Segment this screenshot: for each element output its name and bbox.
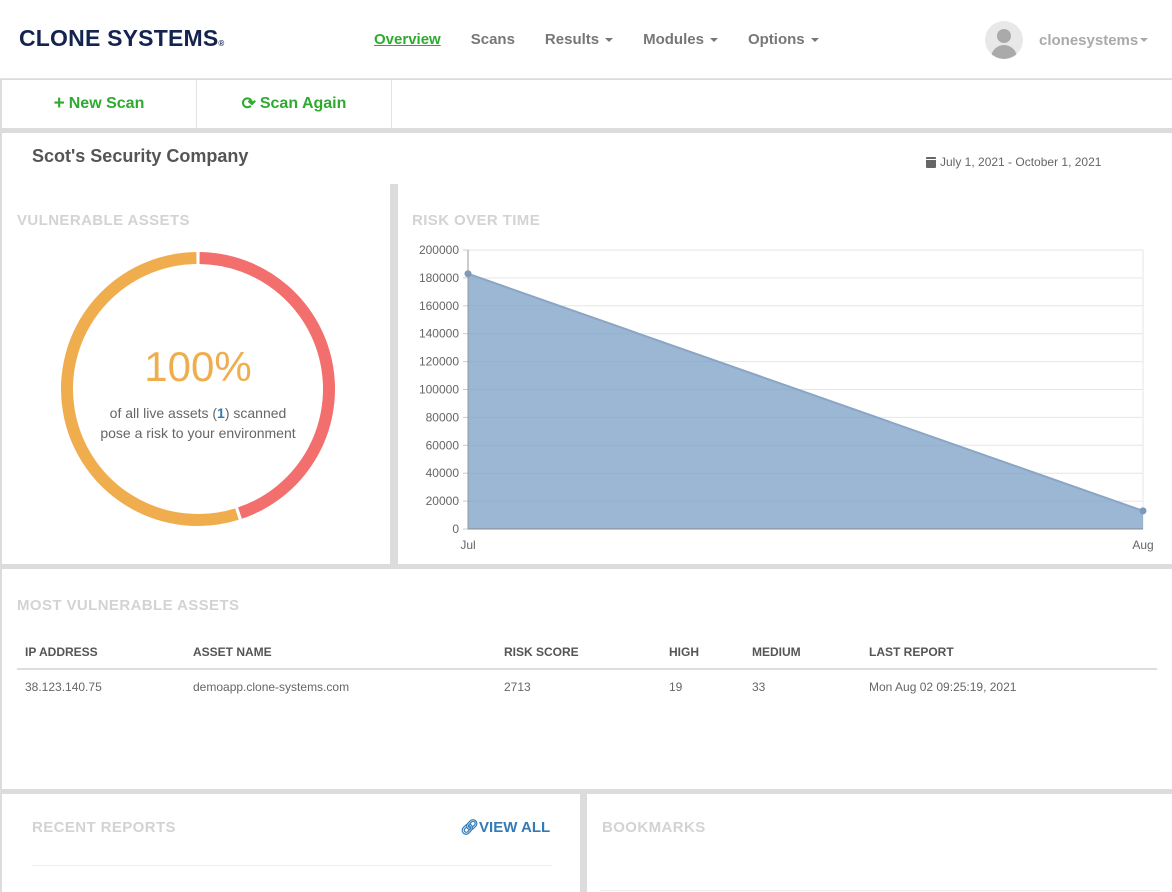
risk-over-time-title: RISK OVER TIME bbox=[412, 212, 541, 229]
plus-icon: + bbox=[53, 93, 65, 114]
recent-reports-divider bbox=[32, 865, 552, 866]
nav-modules-label: Modules bbox=[643, 31, 704, 48]
col-medium[interactable]: MEDIUM bbox=[744, 636, 861, 670]
bookmarks-panel bbox=[587, 794, 1172, 892]
link-icon: 🔗︎ bbox=[460, 819, 480, 836]
col-ip-address[interactable]: IP ADDRESS bbox=[17, 636, 185, 670]
col-asset-name[interactable]: ASSET NAME bbox=[185, 636, 496, 670]
vulnerable-percent: 100% bbox=[144, 343, 252, 390]
cell-asset-name: demoapp.clone-systems.com bbox=[193, 679, 350, 694]
bookmarks-title: BOOKMARKS bbox=[602, 819, 706, 836]
vulnerable-assets-title: VULNERABLE ASSETS bbox=[17, 212, 190, 229]
y-tick-label: 180000 bbox=[419, 271, 459, 285]
recent-reports-panel bbox=[2, 794, 580, 892]
table-header-row: IP ADDRESS ASSET NAME RISK SCORE HIGH ME… bbox=[17, 636, 1157, 670]
chevron-down-icon bbox=[810, 38, 819, 43]
y-tick-label: 60000 bbox=[426, 438, 460, 452]
chevron-down-icon bbox=[605, 38, 614, 43]
vulnerable-assets-donut: 100% of all live assets (1) scanned pose… bbox=[60, 251, 336, 527]
risk-area bbox=[468, 273, 1143, 529]
data-point[interactable] bbox=[1139, 507, 1147, 515]
scan-again-button[interactable]: ⟳ Scan Again bbox=[197, 80, 392, 128]
col-high[interactable]: HIGH bbox=[661, 636, 744, 670]
company-name: Scot's Security Company bbox=[32, 146, 249, 166]
y-tick-label: 40000 bbox=[426, 466, 460, 480]
y-tick-label: 100000 bbox=[419, 383, 459, 397]
new-scan-button[interactable]: + New Scan bbox=[2, 80, 197, 128]
y-tick-label: 160000 bbox=[419, 299, 459, 313]
col-last-report[interactable]: LAST REPORT bbox=[861, 636, 1157, 670]
nav-options-label: Options bbox=[747, 31, 805, 48]
table-row[interactable]: 38.123.140.75 demoapp.clone-systems.com … bbox=[17, 669, 1157, 703]
desc-before: of all live assets ( bbox=[109, 405, 218, 421]
bookmarks-divider bbox=[600, 890, 1160, 891]
most-vulnerable-table: IP ADDRESS ASSET NAME RISK SCORE HIGH ME… bbox=[17, 636, 1157, 703]
top-navbar: CLONE SYSTEMS® Overview Scans Results Mo… bbox=[0, 0, 1172, 79]
chevron-down-icon bbox=[1140, 38, 1149, 42]
brand-logo[interactable]: CLONE SYSTEMS® bbox=[19, 25, 225, 52]
recent-reports-title: RECENT REPORTS bbox=[32, 819, 176, 836]
new-scan-label: New Scan bbox=[68, 95, 145, 112]
y-tick-label: 0 bbox=[452, 522, 459, 536]
scan-again-label: Scan Again bbox=[259, 95, 347, 112]
most-vulnerable-title: MOST VULNERABLE ASSETS bbox=[17, 597, 240, 614]
col-risk-score[interactable]: RISK SCORE bbox=[496, 636, 661, 670]
nav-overview[interactable]: Overview bbox=[374, 31, 441, 48]
user-avatar-icon bbox=[985, 21, 1023, 59]
date-range-picker[interactable]: July 1, 2021 - October 1, 2021 bbox=[926, 155, 1101, 169]
x-tick-label: Aug bbox=[1132, 538, 1153, 552]
cell-high: 19 bbox=[669, 679, 683, 694]
risk-area-chart: 0 20000 40000 60000 80000 100000 120000 140000 1… bbox=[419, 243, 1154, 552]
y-tick-label: 200000 bbox=[419, 243, 459, 257]
live-asset-count[interactable]: 1 bbox=[217, 405, 225, 421]
cell-medium: 33 bbox=[752, 679, 766, 694]
nav-results-label: Results bbox=[544, 31, 600, 48]
main-nav: Overview Scans Results Modules Options bbox=[374, 31, 849, 48]
y-tick-label: 120000 bbox=[419, 355, 459, 369]
calendar-icon bbox=[926, 156, 936, 168]
nav-scans[interactable]: Scans bbox=[471, 31, 515, 48]
refresh-icon: ⟳ bbox=[241, 94, 256, 113]
view-all-label: VIEW ALL bbox=[479, 819, 551, 836]
registered-mark: ® bbox=[218, 39, 225, 48]
nav-modules[interactable]: Modules bbox=[643, 31, 718, 48]
nav-results[interactable]: Results bbox=[544, 31, 614, 48]
vulnerable-description: of all live assets (1) scanned pose a ri… bbox=[100, 403, 296, 443]
user-menu[interactable]: clonesystems bbox=[985, 21, 1149, 59]
nav-options[interactable]: Options bbox=[748, 31, 819, 48]
cell-ip-address: 38.123.140.75 bbox=[25, 679, 102, 694]
action-bar: + New Scan ⟳ Scan Again bbox=[0, 80, 1172, 128]
y-tick-label: 80000 bbox=[426, 410, 460, 424]
chevron-down-icon bbox=[709, 38, 718, 43]
username: clonesystems bbox=[1039, 31, 1139, 49]
donut-center: 100% of all live assets (1) scanned pose… bbox=[60, 251, 336, 527]
y-tick-label: 20000 bbox=[426, 494, 460, 508]
view-all-link[interactable]: 🔗︎VIEW ALL bbox=[460, 818, 550, 836]
cell-risk-score: 2713 bbox=[504, 679, 531, 694]
brand-name: CLONE SYSTEMS bbox=[19, 25, 219, 51]
y-tick-label: 140000 bbox=[419, 327, 459, 341]
cell-last-report: Mon Aug 02 09:25:19, 2021 bbox=[869, 679, 1017, 694]
x-tick-label: Jul bbox=[460, 538, 475, 552]
date-range-label: July 1, 2021 - October 1, 2021 bbox=[940, 155, 1102, 169]
